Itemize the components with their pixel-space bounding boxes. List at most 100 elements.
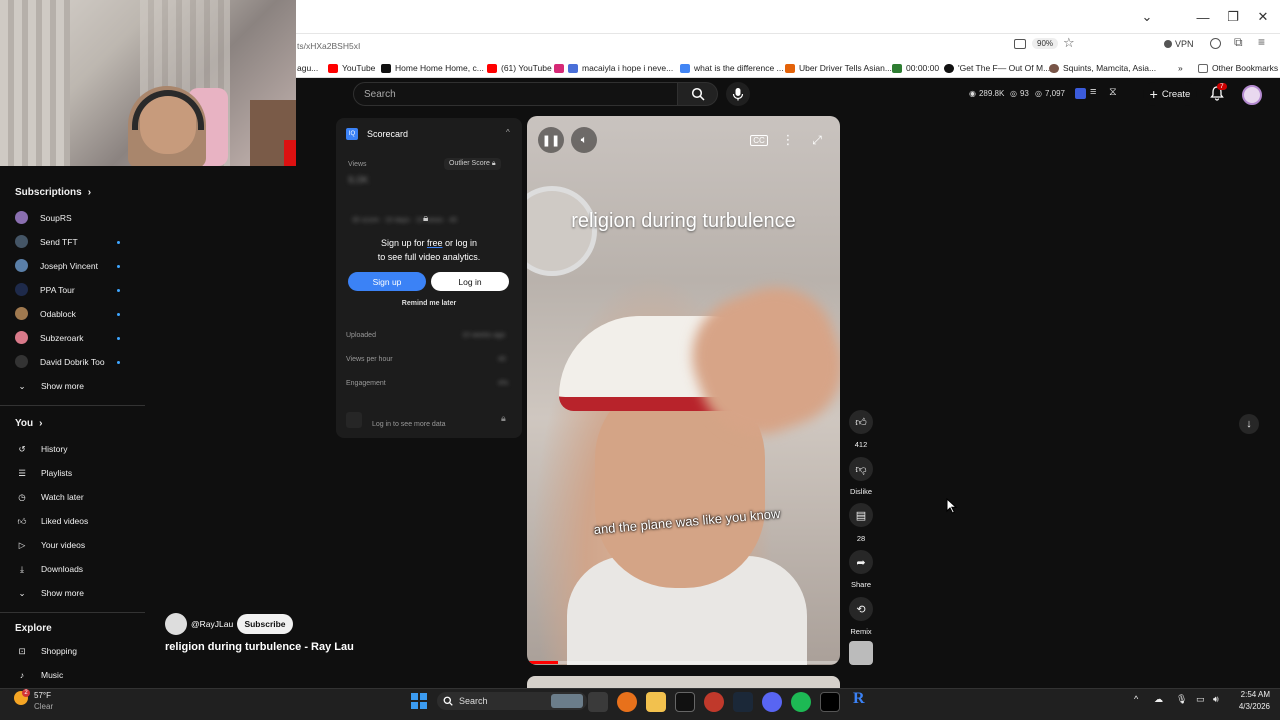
task-view-icon[interactable]: [588, 692, 608, 712]
tab-list-chevron-icon[interactable]: ⌄: [1132, 0, 1162, 34]
bookmark-item[interactable]: 00:00:00: [892, 63, 939, 73]
clock-date[interactable]: 4/3/2026: [1226, 702, 1270, 711]
search-button[interactable]: [678, 82, 718, 106]
channel-avatar[interactable]: [165, 613, 187, 635]
share-button[interactable]: ➦: [849, 550, 873, 574]
more-options-button[interactable]: ⋮: [775, 127, 801, 153]
video-progress-bar[interactable]: [527, 661, 840, 664]
like-button[interactable]: 👍︎: [849, 410, 873, 434]
sound-thumbnail[interactable]: [849, 641, 873, 665]
subscription-item[interactable]: Send TFT: [15, 235, 125, 248]
onedrive-icon[interactable]: ☁: [1154, 694, 1163, 705]
bookmark-item[interactable]: 'Get The F— Out Of M...: [944, 63, 1050, 73]
spotify-icon[interactable]: [791, 692, 811, 712]
file-explorer-icon[interactable]: [646, 692, 666, 712]
subscription-item[interactable]: David Dobrik Too: [15, 355, 125, 368]
volume-button[interactable]: 🔈︎: [571, 127, 597, 153]
bookmark-star-icon[interactable]: ☆: [1063, 35, 1075, 51]
discord-icon[interactable]: [762, 692, 782, 712]
bookmark-item[interactable]: macaiyla i hope i neve...: [554, 63, 673, 73]
outlier-score-button[interactable]: Outlier Score 🔒︎: [444, 158, 501, 170]
show-more-you[interactable]: ⌄ Show more: [15, 586, 125, 600]
bookmark-item[interactable]: what is the difference ...: [680, 63, 784, 73]
create-button[interactable]: + Create: [1143, 82, 1197, 106]
captions-button[interactable]: CC: [746, 127, 772, 153]
comments-button[interactable]: ▤: [849, 503, 873, 527]
more-bookmarks-chevron-icon[interactable]: »: [1178, 63, 1183, 73]
avatar[interactable]: [1242, 85, 1262, 105]
bookmark-item[interactable]: Home Home Home, c...: [381, 63, 484, 73]
steam-icon[interactable]: [733, 692, 753, 712]
log-in-button[interactable]: Log in: [431, 272, 509, 291]
account-icon[interactable]: [1210, 38, 1221, 49]
url-field[interactable]: ts/xHXa2BSH5xI: [297, 41, 360, 51]
show-more-subscriptions[interactable]: ⌄ Show more: [15, 379, 125, 393]
next-video-button[interactable]: ↓: [1239, 414, 1259, 434]
bookmark-item[interactable]: agu...: [297, 63, 318, 73]
subscription-item[interactable]: Odablock: [15, 307, 125, 320]
sidebar-item-your-videos[interactable]: ▷ Your videos: [15, 538, 125, 552]
subscribe-button[interactable]: Subscribe: [237, 614, 293, 634]
other-bookmarks[interactable]: Other Bookmarks: [1198, 63, 1278, 73]
menu-icon[interactable]: ≡: [1258, 35, 1265, 49]
sidebar-item-music[interactable]: ♪ Music: [15, 668, 125, 682]
tray-chevron-icon[interactable]: ^: [1134, 694, 1138, 704]
sidebar-item-playlists[interactable]: ☰ Playlists: [15, 466, 125, 480]
login-more-label[interactable]: Log in to see more data: [372, 421, 446, 428]
subscription-item[interactable]: Joseph Vincent: [15, 259, 125, 272]
network-icon[interactable]: ▭: [1196, 694, 1205, 705]
dislike-button[interactable]: 👎︎: [849, 457, 873, 481]
channel-handle[interactable]: @RayJLau: [191, 619, 233, 629]
firefox-icon[interactable]: [617, 692, 637, 712]
clock-time[interactable]: 2:54 AM: [1234, 690, 1270, 699]
sidebar-item-shopping[interactable]: ⊡ Shopping: [15, 644, 125, 658]
minimize-button[interactable]: —: [1188, 0, 1218, 34]
search-input[interactable]: Search: [353, 82, 678, 106]
pause-button[interactable]: ❚❚: [538, 127, 564, 153]
taskbar-search[interactable]: Search: [437, 692, 587, 710]
fullscreen-button[interactable]: ⤢: [804, 127, 830, 153]
windows-start-icon[interactable]: [411, 693, 427, 709]
list-icon[interactable]: ≡: [1090, 86, 1096, 98]
folder-icon: [1198, 63, 1208, 73]
r-app-icon[interactable]: R: [853, 690, 865, 708]
filter-icon[interactable]: ⧖: [1109, 86, 1117, 99]
subscription-item[interactable]: Subzeroark: [15, 331, 125, 344]
subscription-item[interactable]: SoupRS: [15, 211, 125, 224]
bookmark-item[interactable]: Uber Driver Tells Asian...: [785, 63, 892, 73]
signup-free-link[interactable]: free: [427, 238, 443, 248]
subscriptions-heading[interactable]: Subscriptions ›: [15, 187, 91, 198]
capcut-icon[interactable]: [675, 692, 695, 712]
comment-icon: ◎: [1010, 89, 1017, 98]
speaker-icon[interactable]: 🔊︎: [1213, 694, 1219, 705]
microphone-icon[interactable]: 🎙︎: [1176, 694, 1187, 705]
sidebar-item-watch-later[interactable]: ◷ Watch later: [15, 490, 125, 504]
vpn-button[interactable]: VPN: [1164, 39, 1194, 49]
app-icon[interactable]: [704, 692, 724, 712]
sidebar-item-downloads[interactable]: ⤓ Downloads: [15, 562, 125, 576]
notifications-button[interactable]: 7: [1210, 83, 1227, 106]
zoom-level[interactable]: 90%: [1032, 38, 1059, 49]
collapse-chevron-icon[interactable]: ^: [506, 128, 510, 137]
expand-icon: ⤢: [812, 132, 822, 147]
subscription-item[interactable]: PPA Tour: [15, 283, 125, 296]
sidebar-item-history[interactable]: ↺ History: [15, 442, 125, 456]
shorts-video-player[interactable]: religion during turbulence and the plane…: [527, 116, 840, 665]
next-short-preview[interactable]: [527, 676, 840, 688]
notification-count-badge: 7: [1217, 83, 1227, 90]
bookmark-item[interactable]: Squints, Mamcita, Asia...: [1049, 63, 1156, 73]
restore-button[interactable]: ❐: [1218, 0, 1248, 34]
sign-up-button[interactable]: Sign up: [348, 272, 426, 291]
bookmark-item[interactable]: (61) YouTube: [487, 63, 552, 73]
remix-button[interactable]: ⟲: [849, 597, 873, 621]
extension-badge-icon[interactable]: [1075, 88, 1086, 99]
you-heading[interactable]: You ›: [15, 418, 43, 429]
voice-search-button[interactable]: [726, 82, 750, 106]
reader-mode-icon[interactable]: [1014, 39, 1026, 49]
extensions-icon[interactable]: ⧉: [1234, 35, 1243, 50]
bookmark-item[interactable]: YouTube: [328, 63, 375, 73]
remind-me-later-link[interactable]: Remind me later: [336, 300, 522, 307]
app-icon[interactable]: [820, 692, 840, 712]
sidebar-item-liked-videos[interactable]: 👍︎ Liked videos: [15, 514, 125, 528]
close-window-button[interactable]: ✕: [1248, 0, 1278, 34]
